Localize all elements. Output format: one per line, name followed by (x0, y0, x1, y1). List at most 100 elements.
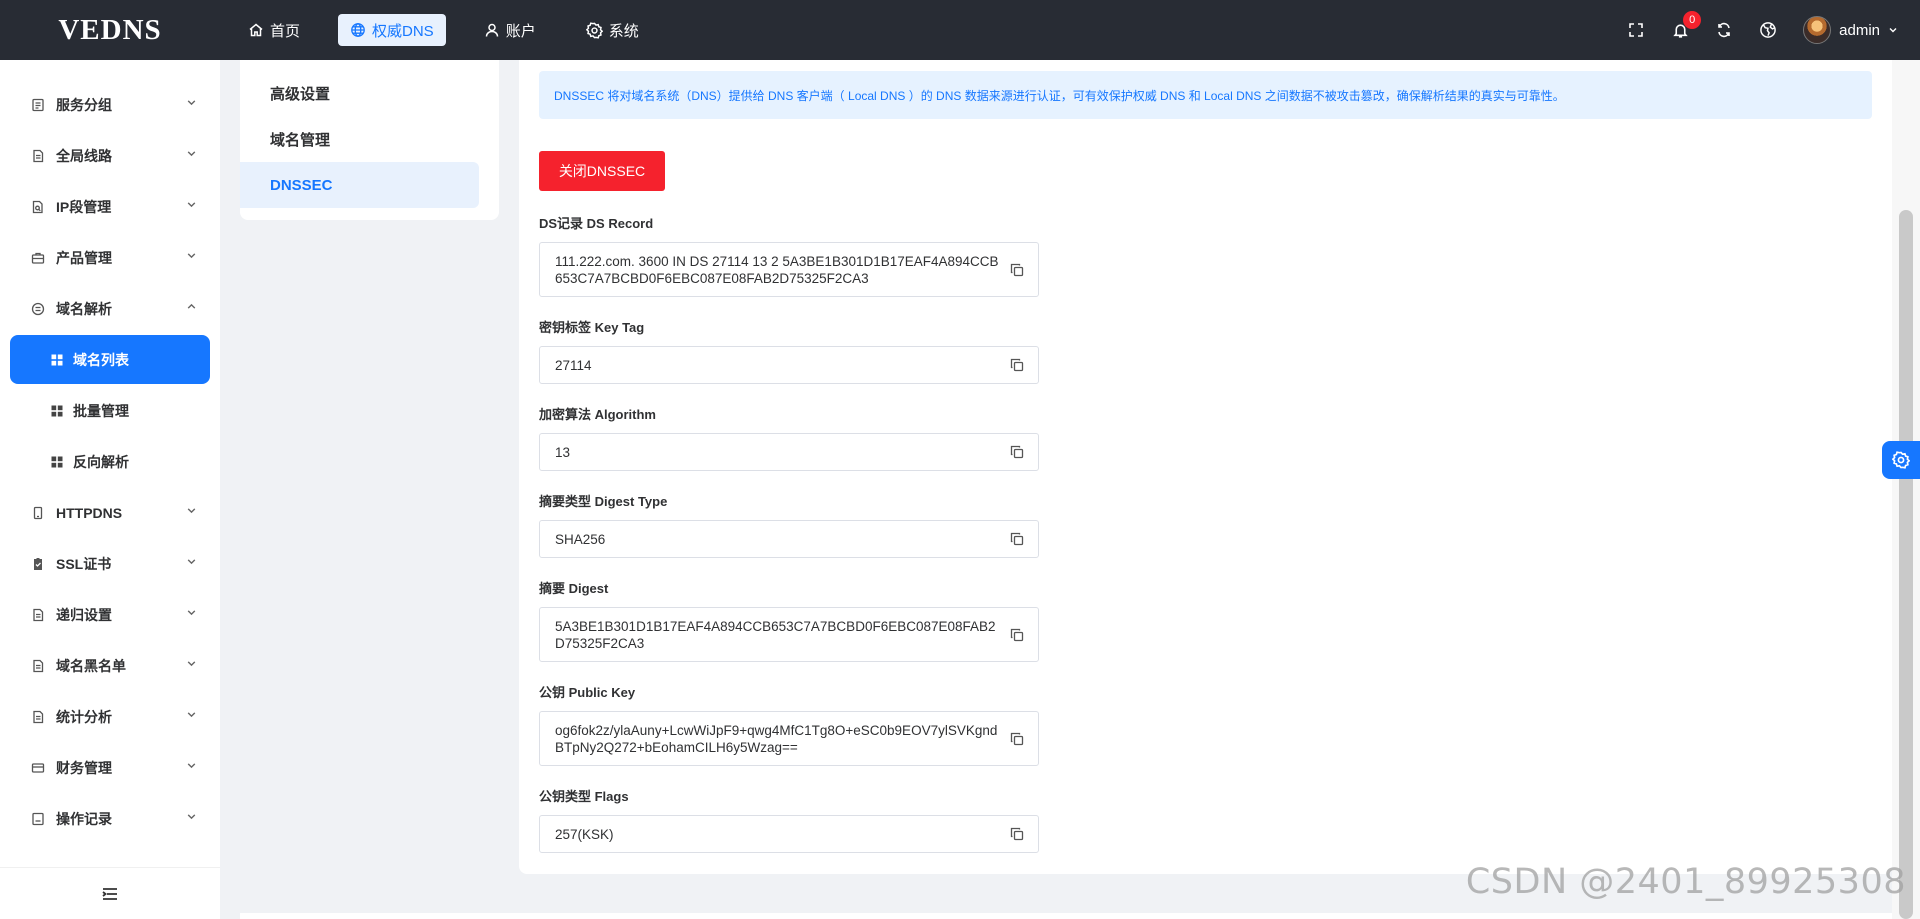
sidebar-collapse-button[interactable] (0, 867, 220, 919)
submenu-dnssec[interactable]: DNSSEC (240, 162, 479, 208)
sidebar-item-label: 统计分析 (56, 708, 112, 725)
sidebar-item-label: 操作记录 (56, 810, 112, 827)
sidebar-item-products[interactable]: 产品管理 (0, 232, 220, 283)
field-value: 27114 (555, 357, 592, 373)
sidebar-item-label: SSL证书 (56, 555, 112, 572)
chevron-down-icon (187, 661, 196, 667)
document-icon (30, 658, 46, 674)
algorithm-value-box: 13 (539, 433, 1039, 471)
floating-settings-button[interactable] (1882, 441, 1920, 479)
page-scrollbar[interactable] (1892, 60, 1920, 919)
log-icon (30, 811, 46, 827)
sidebar-subitem-label: 批量管理 (73, 402, 129, 419)
chevron-down-icon (187, 100, 196, 106)
chevron-down-icon (187, 253, 196, 259)
sidebar-item-httpdns[interactable]: HTTPDNS (0, 487, 220, 538)
document-icon (30, 607, 46, 623)
field-label: DS记录 DS Record (539, 216, 654, 231)
sidebar-subitem-reverse-resolution[interactable]: 反向解析 (0, 436, 220, 487)
field-label: 公钥类型 Flags (539, 789, 629, 804)
copy-icon[interactable] (1010, 732, 1024, 746)
field-ds-record: DS记录 DS Record 111.222.com. 3600 IN DS 2… (539, 213, 1892, 297)
sidebar-item-service-group[interactable]: 服务分组 (0, 79, 220, 130)
notification-bell-icon[interactable]: 0 (1669, 11, 1702, 41)
chevron-down-icon (1889, 28, 1897, 33)
settings-sliders-icon (30, 301, 46, 317)
field-value: SHA256 (555, 531, 606, 547)
copy-icon[interactable] (1010, 827, 1024, 841)
nav-home-label: 首页 (270, 22, 301, 40)
sidebar-item-recursive-settings[interactable]: 递归设置 (0, 589, 220, 640)
sidebar-item-label: IP段管理 (56, 198, 112, 215)
copy-icon[interactable] (1010, 628, 1024, 642)
submenu-advanced-settings[interactable]: 高级设置 (240, 70, 479, 116)
top-navbar: VEDNS 首页 权威DNS 账户 系统 0 admin (0, 0, 1920, 60)
copy-icon[interactable] (1010, 532, 1024, 546)
public-key-value-box: og6fok2z/ylaAuny+LcwWiJpF9+qwg4MfC1Tg8O+… (539, 711, 1039, 766)
fullscreen-icon[interactable] (1625, 19, 1647, 41)
chevron-down-icon (187, 202, 196, 208)
digest-type-value-box: SHA256 (539, 520, 1039, 558)
field-public-key: 公钥 Public Key og6fok2z/ylaAuny+LcwWiJpF9… (539, 682, 1892, 766)
sidebar-item-operation-log[interactable]: 操作记录 (0, 793, 220, 844)
nav-authoritative-dns[interactable]: 权威DNS (338, 14, 446, 46)
sidebar-item-finance[interactable]: 财务管理 (0, 742, 220, 793)
nav-account-label: 账户 (505, 22, 536, 40)
credit-card-icon (30, 760, 46, 776)
chevron-down-icon (187, 763, 196, 769)
sidebar-item-ssl[interactable]: SSL证书 (0, 538, 220, 589)
list-icon (30, 97, 46, 113)
watermark: CSDN @2401_89925308 (1465, 862, 1906, 902)
sidebar-subitem-label: 域名列表 (73, 351, 129, 368)
grid-icon (51, 456, 63, 468)
field-value: 257(KSK) (555, 826, 614, 842)
brand-logo[interactable]: VEDNS (0, 14, 220, 47)
footer-strip (240, 913, 1892, 919)
sidebar-subitem-domain-list[interactable]: 域名列表 (10, 335, 210, 384)
field-label: 摘要 Digest (539, 581, 609, 596)
gear-icon (1892, 451, 1910, 469)
nav-account[interactable]: 账户 (472, 14, 548, 46)
nav-authoritative-dns-label: 权威DNS (372, 22, 434, 40)
field-value: og6fok2z/ylaAuny+LcwWiJpF9+qwg4MfC1Tg8O+… (555, 722, 998, 755)
copy-icon[interactable] (1010, 263, 1024, 277)
sidebar-item-domain-blacklist[interactable]: 域名黑名单 (0, 640, 220, 691)
flags-value-box: 257(KSK) (539, 815, 1039, 853)
header-actions: 0 admin (1603, 0, 1898, 60)
sidebar-item-label: 域名解析 (56, 300, 112, 317)
field-algorithm: 加密算法 Algorithm 13 (539, 404, 1892, 471)
username: admin (1839, 21, 1880, 39)
submenu-domain-management[interactable]: 域名管理 (240, 116, 479, 162)
document-icon (30, 148, 46, 164)
sidebar-item-ip-range[interactable]: IP段管理 (0, 181, 220, 232)
top-nav: 首页 权威DNS 账户 系统 (236, 14, 677, 46)
mobile-icon (30, 505, 46, 521)
chevron-down-icon (187, 610, 196, 616)
field-label: 摘要类型 Digest Type (539, 494, 668, 509)
sidebar-item-label: 递归设置 (56, 606, 112, 623)
menu-fold-icon (102, 887, 117, 900)
document-search-icon (30, 199, 46, 215)
field-key-tag: 密钥标签 Key Tag 27114 (539, 317, 1892, 384)
nav-home[interactable]: 首页 (236, 14, 312, 46)
user-menu[interactable]: admin (1803, 16, 1898, 44)
sidebar-item-label: 财务管理 (56, 759, 112, 776)
sidebar-menu: 服务分组 全局线路 IP段管理 产品管理 域名解析 域名列表 批量管理 反向解析… (0, 60, 220, 844)
scrollbar-thumb[interactable] (1899, 210, 1913, 919)
sidebar-subitem-batch-management[interactable]: 批量管理 (0, 385, 220, 436)
disable-dnssec-button[interactable]: 关闭DNSSEC (539, 151, 665, 191)
sidebar-item-statistics[interactable]: 统计分析 (0, 691, 220, 742)
settings-submenu: 高级设置 域名管理 DNSSEC (240, 60, 499, 220)
sidebar-item-global-lines[interactable]: 全局线路 (0, 130, 220, 181)
nav-system[interactable]: 系统 (574, 14, 651, 46)
clipboard-check-icon (30, 556, 46, 572)
sidebar-item-domain-resolution[interactable]: 域名解析 (0, 283, 220, 334)
chevron-down-icon (187, 712, 196, 718)
field-label: 公钥 Public Key (539, 685, 636, 700)
field-label: 密钥标签 Key Tag (539, 320, 645, 335)
nav-system-label: 系统 (608, 22, 639, 40)
copy-icon[interactable] (1010, 445, 1024, 459)
refresh-icon[interactable] (1713, 19, 1735, 41)
language-globe-icon[interactable] (1757, 19, 1779, 41)
copy-icon[interactable] (1010, 358, 1024, 372)
